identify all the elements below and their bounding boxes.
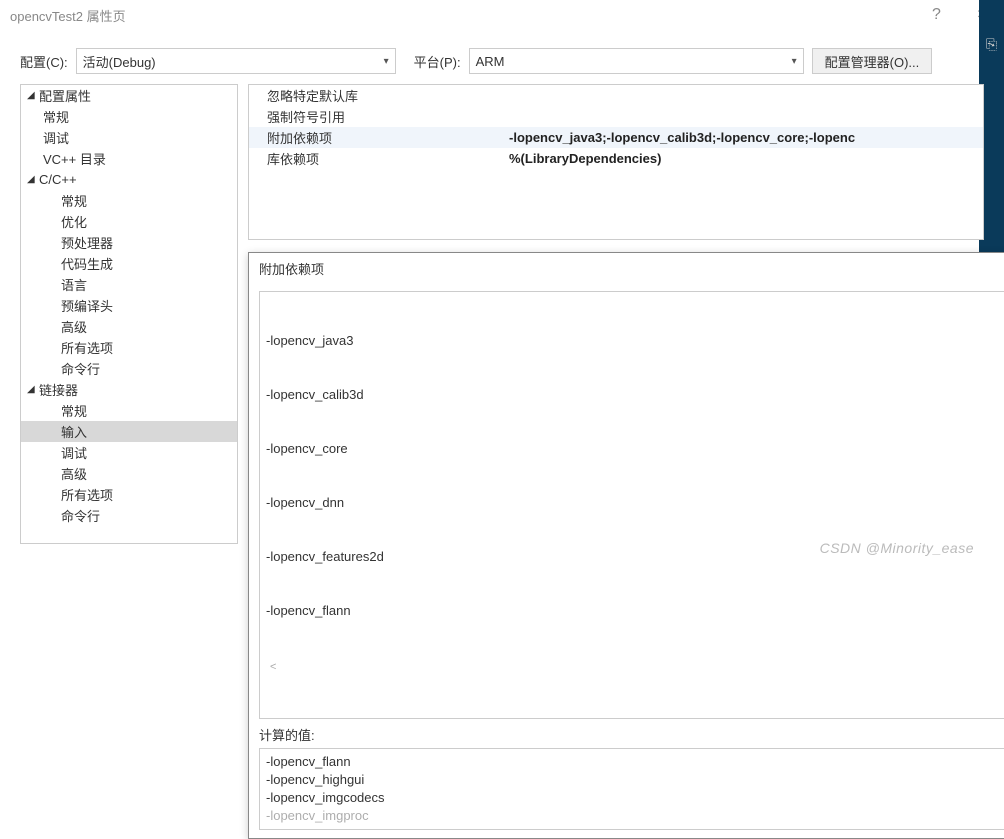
platform-label: 平台(P): — [414, 52, 461, 71]
dialog-title: 附加依赖项 — [259, 259, 1004, 278]
config-select[interactable]: 活动(Debug) ▾ — [76, 48, 396, 74]
config-label: 配置(C): — [20, 52, 68, 71]
help-button[interactable]: ? — [914, 0, 959, 30]
tree-panel: ◢配置属性 常规 调试 VC++ 目录 ◢C/C++ 常规 优化 预处理器 代码… — [20, 84, 238, 544]
caret-down-icon: ◢ — [27, 384, 39, 395]
prop-row-lib-deps[interactable]: 库依赖项 %(LibraryDependencies) — [249, 148, 983, 169]
computed-value-box: -lopencv_flann -lopencv_highgui -lopencv… — [259, 748, 1004, 830]
tree-item-cpp-opt[interactable]: 优化 — [21, 211, 237, 232]
tree-item-cpp-all[interactable]: 所有选项 — [21, 337, 237, 358]
tree-item-vcdirs[interactable]: VC++ 目录 — [21, 148, 237, 169]
prop-name: 库依赖项 — [249, 149, 509, 168]
prop-value: %(LibraryDependencies) — [509, 151, 983, 166]
prop-row-force-symbol-ref[interactable]: 强制符号引用 — [249, 106, 983, 127]
caret-down-icon: ◢ — [27, 90, 39, 101]
prop-row-ignore-default-lib[interactable]: 忽略特定默认库 — [249, 85, 983, 106]
tree-item-cpp-codegen[interactable]: 代码生成 — [21, 253, 237, 274]
prop-name: 强制符号引用 — [249, 107, 509, 126]
tree-item-cpp-adv[interactable]: 高级 — [21, 316, 237, 337]
config-select-value: 活动(Debug) — [83, 52, 156, 71]
prop-row-additional-deps[interactable]: 附加依赖项 -lopencv_java3;-lopencv_calib3d;-l… — [249, 127, 983, 148]
tree-item-cpp-cmd[interactable]: 命令行 — [21, 358, 237, 379]
caret-down-icon: ◢ — [27, 174, 39, 185]
dialog-titlebar: 附加依赖项 ? — [249, 253, 1004, 283]
window-title: opencvTest2 属性页 — [10, 6, 914, 25]
window-titlebar: opencvTest2 属性页 ? × — [0, 0, 1004, 30]
tree-item-cpp[interactable]: ◢C/C++ — [21, 169, 237, 190]
config-manager-label: 配置管理器(O)... — [825, 52, 920, 71]
deps-editor[interactable]: -lopencv_java3 -lopencv_calib3d -lopencv… — [259, 291, 1004, 719]
platform-select[interactable]: ARM ▾ — [469, 48, 804, 74]
tree-item-debug[interactable]: 调试 — [21, 127, 237, 148]
tree-item-cpp-prep[interactable]: 预处理器 — [21, 232, 237, 253]
tree-item-linker-debug[interactable]: 调试 — [21, 442, 237, 463]
computed-label: 计算的值: — [259, 725, 1004, 744]
tree-item-linker-cmd[interactable]: 命令行 — [21, 505, 237, 526]
tree-item-linker-adv[interactable]: 高级 — [21, 463, 237, 484]
tree-item-linker-input[interactable]: 输入 — [21, 421, 237, 442]
tree-item-linker-general[interactable]: 常规 — [21, 400, 237, 421]
tree-item-cpp-lang[interactable]: 语言 — [21, 274, 237, 295]
config-bar: 配置(C): 活动(Debug) ▾ 平台(P): ARM ▾ 配置管理器(O)… — [0, 30, 1004, 84]
prop-name: 忽略特定默认库 — [249, 86, 509, 105]
tree-item-cpp-general[interactable]: 常规 — [21, 190, 237, 211]
platform-select-value: ARM — [476, 54, 505, 69]
config-manager-button[interactable]: 配置管理器(O)... — [812, 48, 933, 74]
prop-value: -lopencv_java3;-lopencv_calib3d;-lopencv… — [509, 130, 983, 145]
tree-item-general[interactable]: 常规 — [21, 106, 237, 127]
watermark: CSDN @Minority_ease — [820, 540, 974, 556]
tree-item-linker-all[interactable]: 所有选项 — [21, 484, 237, 505]
tree-item-linker[interactable]: ◢链接器 — [21, 379, 237, 400]
scroll-left-button[interactable]: < — [266, 656, 1004, 678]
right-panel-icon: ⎘ — [979, 30, 1004, 53]
property-grid: 忽略特定默认库 强制符号引用 附加依赖项 -lopencv_java3;-lop… — [248, 84, 984, 240]
chevron-down-icon: ▾ — [792, 56, 797, 67]
prop-name: 附加依赖项 — [249, 128, 509, 147]
tree-item-config-properties[interactable]: ◢配置属性 — [21, 85, 237, 106]
tree-item-cpp-pch[interactable]: 预编译头 — [21, 295, 237, 316]
chevron-down-icon: ▾ — [384, 56, 389, 67]
